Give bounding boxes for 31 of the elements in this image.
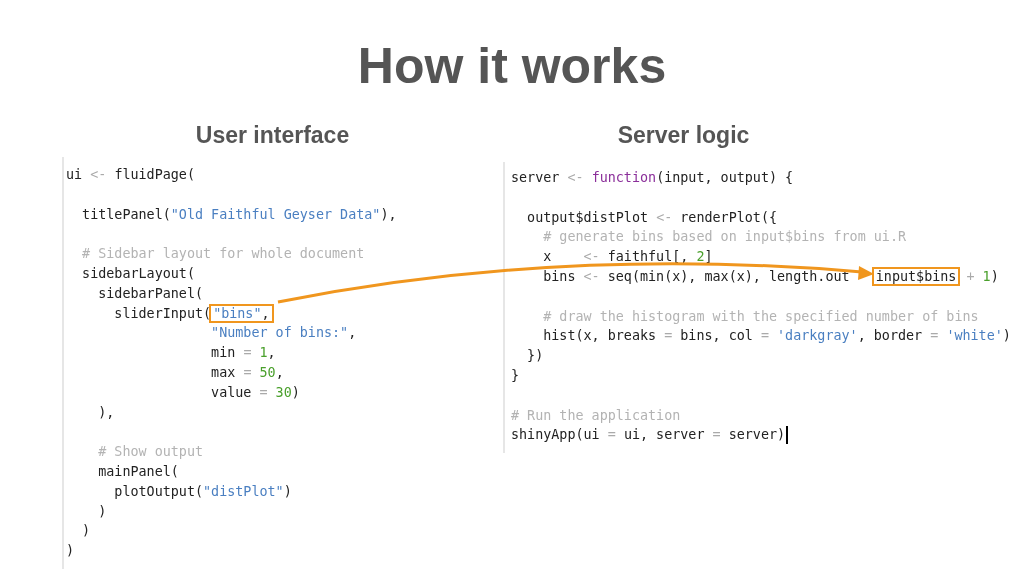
code-line: sliderInput("bins", xyxy=(66,303,272,324)
code-line: x <- faithful[, 2] xyxy=(542,248,713,267)
code-line: "Number of bins:", xyxy=(210,324,357,343)
code-line: server <- function(input, output) { xyxy=(511,169,794,187)
code-line: ) xyxy=(97,502,107,521)
code-line: }) xyxy=(526,347,544,366)
code-line: titlePanel("Old Faithful Geyser Data"), xyxy=(81,205,397,224)
code-line: sidebarLayout( xyxy=(81,265,195,283)
code-line: max = 50, xyxy=(210,363,284,382)
code-line: # draw the histogram with the specified number of bins xyxy=(542,307,979,326)
code-line: } xyxy=(511,366,520,385)
slide-title: How it works xyxy=(356,37,668,96)
code-line: value = 30) xyxy=(210,383,300,402)
code-line: # Sidebar layout for whole document xyxy=(81,245,365,264)
code-line: ) xyxy=(81,522,91,541)
code-line: min = 1, xyxy=(210,344,276,363)
code-line: ui <- fluidPage( xyxy=(66,166,195,184)
code-line: shinyApp(ui = ui, server = server) xyxy=(511,426,786,445)
code-line: # Run the application xyxy=(511,406,681,425)
code-line: # generate bins based on input$bins from ui.R xyxy=(542,228,907,247)
code-line: hist(x, breaks = bins, col = 'darkgray', border = 'white') xyxy=(542,327,1011,346)
code-line: ) xyxy=(66,542,75,561)
code-line: bins <- seq(min(x), max(x), length.out input$bins + 1) xyxy=(542,267,999,286)
code-line: output$distPlot <- renderPlot({ xyxy=(526,208,778,227)
code-line: plotOutput("distPlot") xyxy=(113,482,292,501)
panel-heading: User interface xyxy=(194,121,351,149)
panel-heading: Server logic xyxy=(616,121,751,149)
code-line: # Show output xyxy=(97,443,204,462)
code-line: mainPanel( xyxy=(97,462,179,481)
code-line: sidebarPanel( xyxy=(97,284,204,303)
code-line: ), xyxy=(97,403,115,422)
